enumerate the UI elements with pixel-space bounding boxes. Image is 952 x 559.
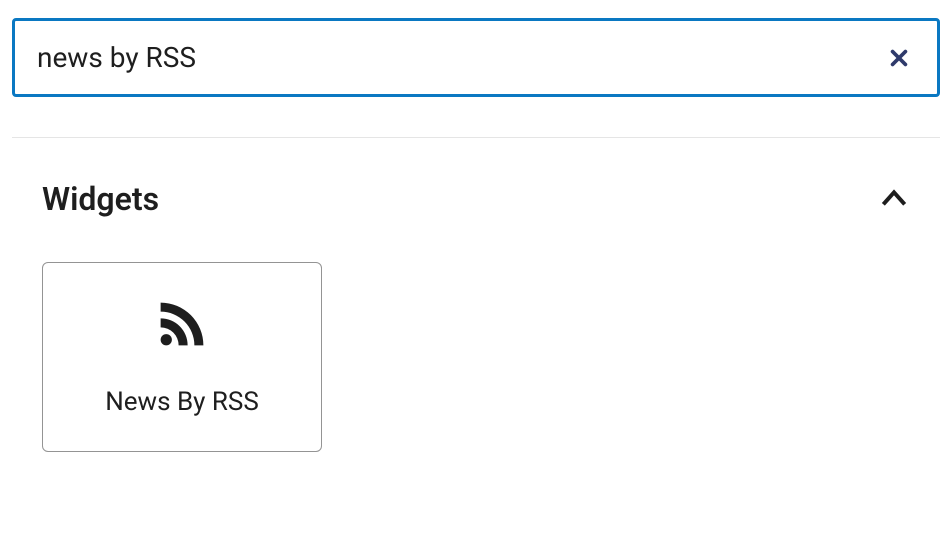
search-container [12,18,940,97]
clear-search-button[interactable] [880,39,918,77]
search-input[interactable] [12,18,940,97]
widgets-grid: News By RSS [12,250,940,464]
section-header-widgets[interactable]: Widgets [12,138,940,250]
section-title: Widgets [42,180,159,218]
close-icon [888,47,910,69]
rss-icon [155,297,209,351]
chevron-up-icon [878,183,910,215]
widget-card-news-by-rss[interactable]: News By RSS [42,262,322,452]
widget-label: News By RSS [105,387,259,417]
